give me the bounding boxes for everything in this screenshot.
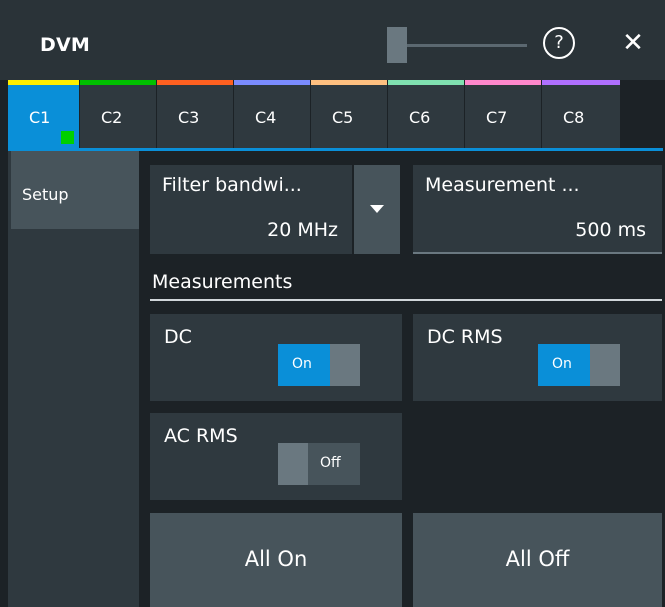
tab-label: C2 <box>101 108 123 127</box>
tab-label: C3 <box>178 108 200 127</box>
measurement-time-label: Measurement ... <box>425 174 580 196</box>
tab-color-strip <box>388 80 464 85</box>
channel-tabs: C1 C2 C3 C4 C5 C6 C7 C8 <box>8 80 663 148</box>
section-title: Measurements <box>152 271 293 293</box>
all-on-label: All On <box>244 547 308 571</box>
toggle-state: On <box>552 356 572 372</box>
ac-rms-toggle[interactable]: Off <box>278 443 360 485</box>
section-divider <box>150 299 662 301</box>
transparency-slider-handle[interactable] <box>387 27 407 63</box>
tab-color-strip <box>80 80 156 85</box>
tab-label: C1 <box>29 108 51 127</box>
filter-bandwidth-field[interactable]: Filter bandwi... 20 MHz <box>150 165 352 254</box>
sidebar-item-setup[interactable]: Setup <box>11 151 139 229</box>
filter-bandwidth-dropdown-button[interactable] <box>354 165 400 254</box>
all-on-button[interactable]: All On <box>150 513 402 607</box>
tab-c3[interactable]: C3 <box>157 80 234 148</box>
all-off-button[interactable]: All Off <box>413 513 662 607</box>
help-icon[interactable]: ? <box>543 27 575 59</box>
close-icon[interactable]: ✕ <box>618 26 648 60</box>
toggle-state: On <box>292 356 312 372</box>
measurement-time-underline <box>413 252 662 254</box>
tab-color-strip <box>465 80 541 85</box>
window-title: DVM <box>40 34 90 56</box>
measurement-time-field[interactable]: Measurement ... 500 ms <box>413 165 662 254</box>
tab-c4[interactable]: C4 <box>234 80 311 148</box>
sidebar: Setup <box>8 151 139 607</box>
dc-rms-toggle[interactable]: On <box>538 344 620 386</box>
ac-rms-panel: AC RMS Off <box>150 413 402 500</box>
tab-c5[interactable]: C5 <box>311 80 388 148</box>
tab-color-strip <box>542 80 620 85</box>
dc-rms-panel: DC RMS On <box>413 314 662 401</box>
tab-c6[interactable]: C6 <box>388 80 465 148</box>
tab-color-strip <box>234 80 310 85</box>
all-off-label: All Off <box>505 547 570 571</box>
dc-toggle[interactable]: On <box>278 344 360 386</box>
toggle-knob <box>278 443 308 485</box>
tab-color-strip <box>157 80 233 85</box>
tab-label: C8 <box>563 108 585 127</box>
dc-label: DC <box>164 326 192 348</box>
tab-label: C4 <box>255 108 277 127</box>
title-bar: DVM ? ✕ <box>0 0 665 80</box>
dc-panel: DC On <box>150 314 402 401</box>
tab-label: C5 <box>332 108 354 127</box>
filter-bandwidth-label: Filter bandwi... <box>162 174 302 196</box>
caret-down-icon <box>370 205 384 213</box>
tab-color-strip <box>8 80 79 85</box>
measurement-time-value: 500 ms <box>575 219 646 241</box>
tab-c2[interactable]: C2 <box>80 80 157 148</box>
toggle-knob <box>330 344 360 386</box>
active-indicator <box>61 131 74 144</box>
transparency-slider-track[interactable] <box>392 44 527 47</box>
toggle-knob <box>590 344 620 386</box>
ac-rms-label: AC RMS <box>164 425 238 447</box>
filter-bandwidth-value: 20 MHz <box>267 219 338 241</box>
tab-c8[interactable]: C8 <box>542 80 621 148</box>
dc-rms-label: DC RMS <box>427 326 503 348</box>
tab-label: C6 <box>409 108 431 127</box>
sidebar-item-label: Setup <box>22 185 69 204</box>
tab-label: C7 <box>486 108 508 127</box>
toggle-state: Off <box>320 455 341 471</box>
tab-c1[interactable]: C1 <box>8 80 80 148</box>
tab-c7[interactable]: C7 <box>465 80 542 148</box>
tab-color-strip <box>311 80 387 85</box>
